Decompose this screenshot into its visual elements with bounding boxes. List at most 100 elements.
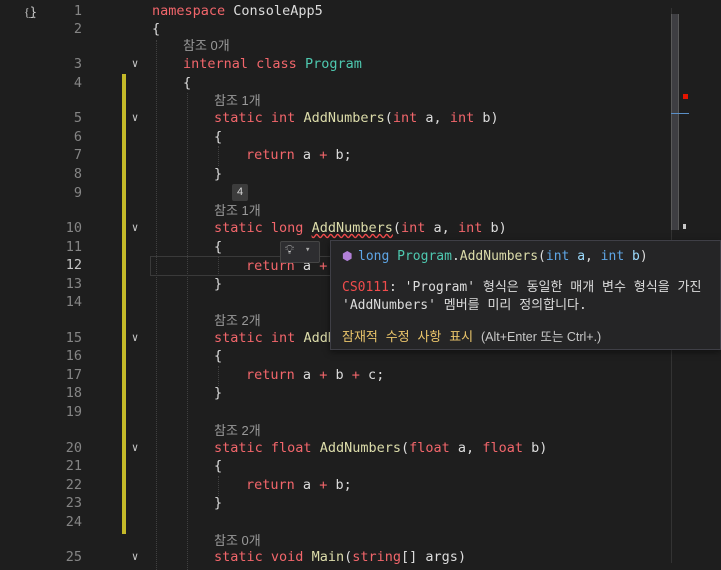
operator-token: + bbox=[351, 367, 360, 383]
brace-token: } bbox=[214, 276, 223, 292]
code-line[interactable]: { bbox=[183, 74, 681, 92]
brace-token: { bbox=[214, 348, 223, 364]
param-token: a bbox=[302, 147, 312, 163]
keyword-token: internal bbox=[183, 56, 249, 72]
code-line[interactable]: internal class Program bbox=[183, 55, 681, 73]
chevron-down-icon[interactable]: ∨ bbox=[128, 109, 142, 127]
param-token: args bbox=[425, 549, 458, 565]
comma-token: , bbox=[466, 440, 475, 456]
brace-token: } bbox=[214, 166, 223, 182]
code-editor[interactable]: {͢} 1 2 3 4 5 6 7 8 9 10 11 12 13 14 15 … bbox=[0, 0, 721, 570]
line-number: 5 bbox=[73, 110, 82, 126]
method-name-token: AddNumbers bbox=[319, 440, 401, 456]
code-line[interactable]: } bbox=[214, 384, 681, 402]
code-line[interactable]: return a + b; bbox=[246, 146, 681, 164]
code-line[interactable]: namespace ConsoleApp5 bbox=[152, 2, 681, 20]
method-name-token-error[interactable]: AddNumbers bbox=[312, 220, 393, 236]
code-lens-label: 참조 1개 bbox=[214, 93, 261, 108]
code-line[interactable]: return a + b + c; bbox=[246, 366, 681, 384]
keyword-token: static bbox=[214, 549, 263, 565]
chevron-down-icon[interactable]: ∨ bbox=[128, 439, 142, 457]
type-token: int bbox=[449, 110, 475, 126]
quick-info-tooltip: ⬢ long Program.AddNumbers(int a, int b) C… bbox=[330, 240, 721, 350]
line-number: 10 bbox=[65, 220, 82, 236]
sig-return-type: long bbox=[358, 249, 390, 264]
param-token: b bbox=[335, 367, 344, 383]
param-token: b bbox=[335, 147, 344, 163]
code-lens-label: 참조 0개 bbox=[214, 533, 261, 548]
error-marker[interactable] bbox=[683, 94, 688, 99]
code-line[interactable]: { bbox=[152, 20, 681, 38]
brackets-token: [] bbox=[401, 549, 418, 565]
chevron-down-icon[interactable]: ∨ bbox=[128, 329, 142, 347]
code-line[interactable]: { bbox=[214, 457, 681, 475]
param-token: b bbox=[482, 110, 491, 126]
sig-dot: . bbox=[451, 249, 460, 264]
brace-token: } bbox=[214, 495, 223, 511]
line-number: 22 bbox=[65, 477, 82, 493]
line-number: 9 bbox=[73, 185, 82, 201]
paren-token: ) bbox=[498, 220, 507, 236]
code-lens-references[interactable]: 참조 0개 bbox=[183, 37, 681, 55]
quick-actions-lightbulb[interactable]: 💡︎ ▾ bbox=[280, 241, 320, 263]
code-line[interactable]: { bbox=[214, 128, 681, 146]
show-potential-fixes-link[interactable]: 잠재적 수정 사항 표시 bbox=[342, 330, 473, 345]
paren-token: ) bbox=[457, 549, 467, 565]
line-number: 11 bbox=[65, 239, 82, 255]
code-line[interactable]: } bbox=[214, 494, 681, 512]
param-token: b bbox=[490, 220, 499, 236]
error-text: : 'Program' 형식은 동일한 매개 변수 형식을 가진 'AddNum… bbox=[342, 280, 702, 313]
code-lens-references[interactable]: 참조 1개 bbox=[214, 92, 681, 110]
code-lens-references[interactable]: 참조 2개 bbox=[214, 422, 681, 440]
semicolon-token: ; bbox=[343, 147, 352, 163]
chevron-down-icon[interactable]: ∨ bbox=[128, 548, 142, 566]
line-number: 17 bbox=[65, 367, 82, 383]
paren-token: ( bbox=[384, 110, 393, 126]
class-name-token: Program bbox=[304, 56, 362, 72]
paren-token: ( bbox=[400, 440, 410, 456]
chevron-down-icon[interactable]: ∨ bbox=[128, 55, 142, 73]
shortcut-hint: (Alt+Enter 또는 Ctrl+.) bbox=[480, 330, 602, 344]
scrollbar-thumb[interactable] bbox=[671, 14, 679, 230]
line-number: 24 bbox=[65, 514, 82, 530]
line-number: 25 bbox=[65, 549, 82, 565]
line-number: 19 bbox=[65, 404, 82, 420]
keyword-token: class bbox=[256, 56, 297, 72]
chevron-down-icon[interactable]: ∨ bbox=[128, 219, 142, 237]
sig-close-paren: ) bbox=[639, 249, 648, 264]
line-number: 4 bbox=[73, 75, 82, 91]
param-token: a bbox=[457, 440, 467, 456]
chevron-down-icon: ▾ bbox=[305, 245, 311, 255]
scope-braces-icon[interactable]: {͢} bbox=[24, 5, 37, 20]
indent-guide bbox=[218, 476, 219, 496]
inline-hint-badge[interactable]: 4 bbox=[232, 184, 248, 201]
param-token: a bbox=[433, 220, 442, 236]
operator-token: + bbox=[319, 258, 328, 274]
type-token: string bbox=[352, 549, 402, 565]
type-token: int bbox=[457, 220, 483, 236]
param-token: c bbox=[368, 367, 377, 383]
semicolon-token: ; bbox=[343, 477, 352, 493]
operator-token: + bbox=[319, 477, 328, 493]
type-token: int bbox=[401, 220, 426, 236]
sig-type: int bbox=[600, 249, 625, 264]
operator-token: + bbox=[319, 367, 328, 383]
code-line[interactable]: static void Main(string[] args) bbox=[214, 548, 681, 566]
param-token: a bbox=[302, 367, 312, 383]
operator-token: + bbox=[319, 147, 328, 163]
brace-token: { bbox=[214, 239, 223, 255]
code-line[interactable]: static long AddNumbers(int a, int b) bbox=[214, 219, 681, 237]
code-lens-references[interactable]: 참조 1개 bbox=[214, 202, 681, 220]
sig-comma: , bbox=[585, 249, 593, 264]
namespace-name: ConsoleApp5 bbox=[233, 3, 323, 19]
code-line[interactable]: static int AddNumbers(int a, int b) bbox=[214, 109, 681, 127]
sig-class: Program bbox=[397, 249, 452, 264]
param-token: a bbox=[425, 110, 434, 126]
error-code-link[interactable]: CS0111 bbox=[342, 280, 389, 295]
code-line[interactable]: static float AddNumbers(float a, float b… bbox=[214, 439, 681, 457]
code-line[interactable]: return a + b; bbox=[246, 476, 681, 494]
paren-token: ( bbox=[392, 220, 401, 236]
sig-open-paren: ( bbox=[538, 249, 546, 264]
code-lens-label: 참조 0개 bbox=[183, 38, 230, 53]
code-line[interactable]: } bbox=[214, 165, 681, 183]
